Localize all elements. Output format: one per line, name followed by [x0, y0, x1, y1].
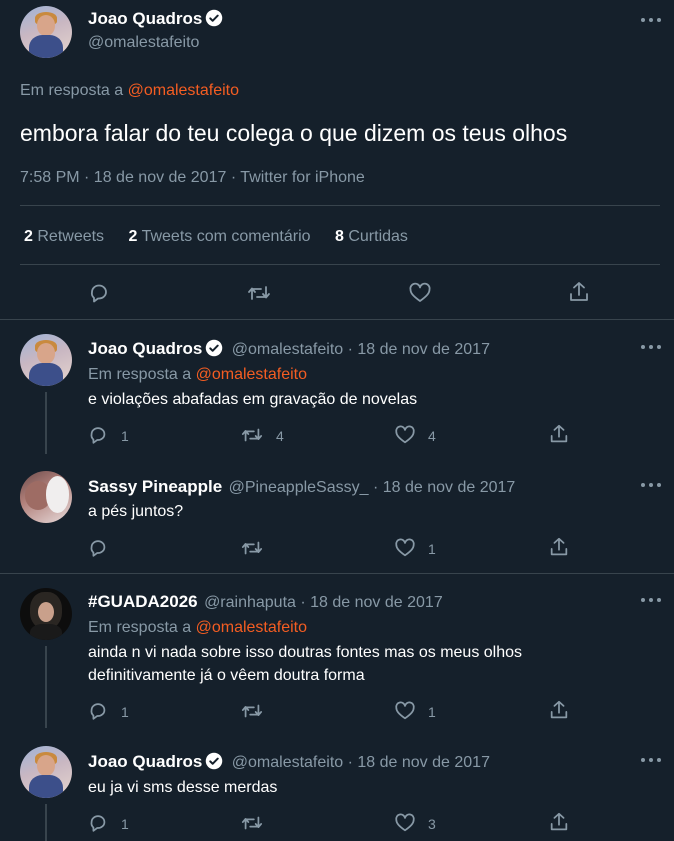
divider: [0, 573, 674, 574]
reply-to-link[interactable]: @omalestafeito: [196, 366, 307, 383]
tweet-date[interactable]: · 18 de nov de 2017: [300, 594, 442, 611]
retweets-stat[interactable]: 2 Retweets: [24, 228, 104, 245]
tweet-meta[interactable]: 7:58 PM · 18 de nov de 2017 · Twitter fo…: [20, 169, 365, 187]
author-handle[interactable]: @omalestafeito: [232, 754, 343, 771]
verified-badge-icon: [206, 9, 223, 27]
tweet-stats: 2 Retweets 2 Tweets com comentário 8 Cur…: [24, 228, 408, 246]
author-handle[interactable]: @omalestafeito: [88, 34, 199, 52]
like-count: 1: [428, 541, 436, 557]
tweet-date[interactable]: · 18 de nov de 2017: [348, 341, 490, 358]
reply-header: Joao Quadros @omalestafeito · 18 de nov …: [88, 752, 490, 772]
thread-line: [45, 392, 47, 454]
verified-badge-icon: [206, 339, 223, 357]
divider: [0, 319, 674, 320]
share-icon[interactable]: [548, 536, 570, 558]
reply-prefix: Em resposta a: [20, 82, 124, 99]
author-name[interactable]: Sassy Pineapple: [88, 477, 222, 496]
reply-prefix: Em resposta a: [88, 619, 192, 636]
reply-icon[interactable]: [87, 537, 109, 559]
like-count: 1: [428, 704, 436, 720]
avatar[interactable]: [20, 746, 72, 798]
reply-header: Joao Quadros @omalestafeito · 18 de nov …: [88, 339, 490, 359]
tweet-date[interactable]: · 18 de nov de 2017: [348, 754, 490, 771]
author-name[interactable]: #GUADA2026: [88, 592, 198, 611]
like-count: 4: [428, 428, 436, 444]
author-name[interactable]: Joao Quadros: [88, 752, 202, 771]
more-icon[interactable]: [641, 757, 661, 763]
author-name-row: Joao Quadros: [88, 9, 223, 29]
more-icon[interactable]: [641, 597, 661, 603]
tweet-detail-page: Joao Quadros @omalestafeito Em resposta …: [0, 0, 674, 841]
reply-context: Em resposta a @omalestafeito: [88, 619, 307, 637]
share-icon[interactable]: [548, 811, 570, 833]
verified-badge-icon: [206, 752, 223, 770]
like-icon[interactable]: [394, 700, 416, 722]
author-name[interactable]: Joao Quadros: [88, 9, 202, 28]
share-icon[interactable]: [548, 699, 570, 721]
more-icon[interactable]: [641, 344, 661, 350]
reply-to-link[interactable]: @omalestafeito: [196, 619, 307, 636]
reply-context: Em resposta a @omalestafeito: [88, 366, 307, 384]
reply-icon[interactable]: [87, 812, 109, 834]
reply-icon[interactable]: [87, 700, 109, 722]
tweet-date[interactable]: · 18 de nov de 2017: [373, 479, 515, 496]
reply-count: 1: [121, 704, 129, 720]
reply-icon[interactable]: [87, 424, 109, 446]
reply-count: 1: [121, 816, 129, 832]
like-icon[interactable]: [408, 281, 432, 305]
author-name[interactable]: Joao Quadros: [88, 339, 202, 358]
likes-stat[interactable]: 8 Curtidas: [335, 228, 408, 245]
like-icon[interactable]: [394, 424, 416, 446]
divider: [20, 205, 660, 206]
reply-text: eu ja vi sms desse merdas: [88, 779, 278, 796]
reply-count: 1: [121, 428, 129, 444]
reply-to-link[interactable]: @omalestafeito: [128, 82, 239, 99]
tweet-text: embora falar do teu colega o que dizem o…: [20, 120, 568, 146]
more-icon[interactable]: [641, 482, 661, 488]
quotes-stat[interactable]: 2 Tweets com comentário: [129, 228, 311, 245]
like-icon[interactable]: [394, 812, 416, 834]
reply-header: Sassy Pineapple @PineappleSassy_ · 18 de…: [88, 477, 515, 497]
avatar[interactable]: [20, 6, 72, 58]
retweet-icon[interactable]: [240, 812, 264, 834]
retweet-icon[interactable]: [246, 281, 272, 305]
author-handle[interactable]: @omalestafeito: [232, 341, 343, 358]
retweet-icon[interactable]: [240, 700, 264, 722]
reply-text: e violações abafadas em gravação de nove…: [88, 391, 418, 408]
like-count: 3: [428, 816, 436, 832]
like-icon[interactable]: [394, 537, 416, 559]
reply-text-line: definitivamente já o vêem doutra forma: [88, 667, 365, 684]
avatar[interactable]: [20, 334, 72, 386]
reply-context: Em resposta a @omalestafeito: [20, 82, 239, 100]
thread-line: [45, 646, 47, 728]
divider: [20, 264, 660, 265]
retweet-icon[interactable]: [240, 537, 264, 559]
reply-header: #GUADA2026 @rainhaputa · 18 de nov de 20…: [88, 592, 443, 612]
thread-line: [45, 804, 47, 841]
reply-icon[interactable]: [87, 281, 111, 305]
share-icon[interactable]: [548, 423, 570, 445]
retweet-icon[interactable]: [240, 424, 264, 446]
avatar[interactable]: [20, 588, 72, 640]
avatar[interactable]: [20, 471, 72, 523]
retweet-count: 4: [276, 428, 284, 444]
author-handle[interactable]: @PineappleSassy_: [229, 479, 369, 496]
reply-text-line: ainda n vi nada sobre isso doutras fonte…: [88, 644, 523, 661]
reply-text: a pés juntos?: [88, 503, 184, 520]
share-icon[interactable]: [567, 280, 591, 304]
author-handle[interactable]: @rainhaputa: [204, 594, 296, 611]
reply-prefix: Em resposta a: [88, 366, 192, 383]
more-icon[interactable]: [641, 17, 661, 23]
